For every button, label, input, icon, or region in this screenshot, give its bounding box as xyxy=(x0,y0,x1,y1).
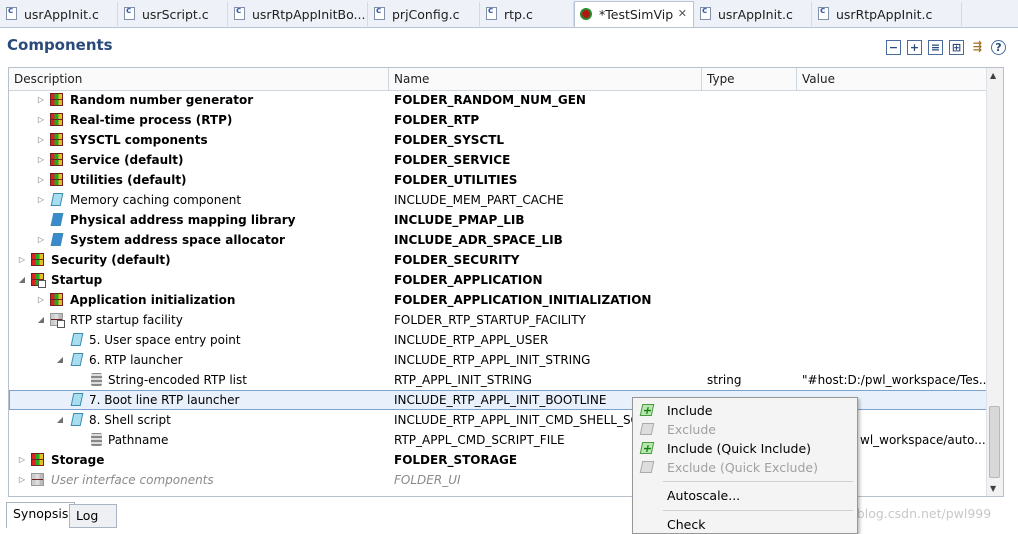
tab-rtp[interactable]: rtp.c xyxy=(480,2,574,26)
c-file-icon xyxy=(124,6,135,20)
close-icon[interactable]: ✕ xyxy=(678,7,687,20)
tab-synopsis[interactable]: Synopsis xyxy=(6,502,76,528)
table-header: Description Name Type Value xyxy=(9,68,989,91)
menu-item-exclude: Exclude xyxy=(633,420,857,439)
project-icon xyxy=(580,8,592,20)
tab-testsimvip[interactable]: *TestSimVip ✕ xyxy=(574,1,694,27)
menu-item-include[interactable]: Include xyxy=(633,401,857,420)
tab-usrrtpappinit[interactable]: usrRtpAppInit.c xyxy=(812,2,962,26)
c-file-icon xyxy=(818,6,829,20)
context-menu: Include Exclude Include (Quick Include) … xyxy=(632,397,858,534)
quick-exclude-icon xyxy=(639,461,655,473)
tab-log[interactable]: Log xyxy=(69,504,117,528)
table-row[interactable]: ▷ Security (default) FOLDER_SECURITY xyxy=(9,250,989,270)
c-file-icon xyxy=(234,6,245,20)
quick-include-icon xyxy=(639,442,655,454)
scroll-thumb[interactable] xyxy=(989,406,1000,478)
components-header: Components − + ≡ ⊞ ⇶ ? xyxy=(0,28,1018,66)
collapse-icon[interactable]: − xyxy=(886,40,901,55)
menu-item-quick-exclude: Exclude (Quick Exclude) xyxy=(633,458,857,477)
table-row[interactable]: Physical address mapping library INCLUDE… xyxy=(9,210,989,230)
scroll-up-icon[interactable]: ▲ xyxy=(990,71,996,80)
menu-separator xyxy=(663,481,853,482)
scroll-down-icon[interactable]: ▼ xyxy=(990,484,996,493)
include-icon xyxy=(639,404,655,416)
column-name[interactable]: Name xyxy=(389,68,702,90)
table-row[interactable]: 5. User space entry point INCLUDE_RTP_AP… xyxy=(9,330,989,350)
vertical-scrollbar[interactable]: ▲ ▼ xyxy=(986,68,1003,496)
table-row[interactable]: ▷ Random number generator FOLDER_RANDOM_… xyxy=(9,90,989,110)
c-file-icon xyxy=(374,6,385,20)
expand-all-icon[interactable]: ⊞ xyxy=(949,40,964,55)
menu-item-quick-include[interactable]: Include (Quick Include) xyxy=(633,439,857,458)
toolbar: − + ≡ ⊞ ⇶ ? xyxy=(886,40,1006,55)
table-row[interactable]: ◢ Startup FOLDER_APPLICATION xyxy=(9,270,989,290)
tab-usrscript[interactable]: usrScript.c xyxy=(118,2,228,26)
table-row[interactable]: ▷ Application initialization FOLDER_APPL… xyxy=(9,290,989,310)
table-row[interactable]: ▷ System address space allocator INCLUDE… xyxy=(9,230,989,250)
column-type[interactable]: Type xyxy=(702,68,797,90)
table-row[interactable]: ▷ Memory caching component INCLUDE_MEM_P… xyxy=(9,190,989,210)
c-file-icon xyxy=(6,6,17,20)
filter-icon[interactable]: ⇶ xyxy=(970,40,985,55)
table-row[interactable]: ▷ Utilities (default) FOLDER_UTILITIES xyxy=(9,170,989,190)
menu-item-autoscale[interactable]: Autoscale... xyxy=(633,486,857,505)
menu-item-check[interactable]: Check xyxy=(633,515,857,534)
menu-separator xyxy=(663,510,853,511)
tab-usrrtpappinitbootline[interactable]: usrRtpAppInitBo... xyxy=(228,2,368,26)
c-file-icon xyxy=(486,6,497,20)
table-row[interactable]: ◢ RTP startup facility FOLDER_RTP_STARTU… xyxy=(9,310,989,330)
column-value[interactable]: Value xyxy=(797,68,989,90)
table-row[interactable]: ▷ Real-time process (RTP) FOLDER_RTP xyxy=(9,110,989,130)
table-row[interactable]: ▷ Service (default) FOLDER_SERVICE xyxy=(9,150,989,170)
page-title: Components xyxy=(7,36,113,54)
editor-tab-bar: usrAppInit.c usrScript.c usrRtpAppInitBo… xyxy=(0,0,1018,28)
table-row[interactable]: ◢ 6. RTP launcher INCLUDE_RTP_APPL_INIT_… xyxy=(9,350,989,370)
help-icon[interactable]: ? xyxy=(991,40,1006,55)
collapse-all-icon[interactable]: ≡ xyxy=(928,40,943,55)
tab-usrappinit[interactable]: usrAppInit.c xyxy=(0,2,118,26)
table-row[interactable]: ▷ SYSCTL components FOLDER_SYSCTL xyxy=(9,130,989,150)
tab-usrappinit-2[interactable]: usrAppInit.c xyxy=(694,2,812,26)
c-file-icon xyxy=(700,6,711,20)
tab-prjconfig[interactable]: prjConfig.c xyxy=(368,2,480,26)
exclude-icon xyxy=(639,423,655,435)
expand-icon[interactable]: + xyxy=(907,40,922,55)
table-row[interactable]: String-encoded RTP list RTP_APPL_INIT_ST… xyxy=(9,370,989,390)
column-description[interactable]: Description xyxy=(9,68,389,90)
